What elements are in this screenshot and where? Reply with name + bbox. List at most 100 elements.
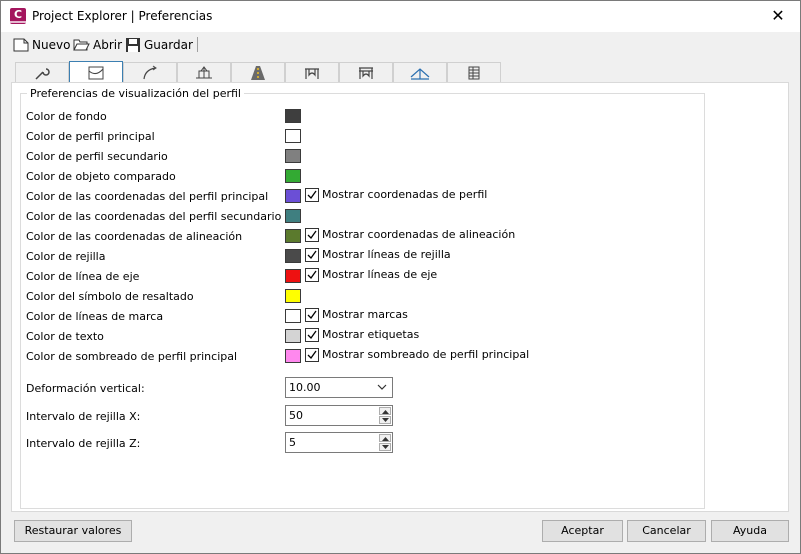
road-icon — [251, 65, 265, 80]
color-swatch[interactable] — [285, 329, 301, 343]
tab-cross-section[interactable] — [177, 62, 231, 82]
new-button[interactable]: Nuevo — [13, 35, 70, 55]
arrow-down-icon — [382, 418, 389, 422]
show-profile-shading-checkbox[interactable] — [305, 348, 319, 362]
checkmark-icon — [307, 270, 317, 280]
open-folder-icon — [73, 39, 90, 51]
row-grid-color: Color de rejilla Mostrar líneas de rejil… — [26, 247, 696, 267]
accept-button[interactable]: Aceptar — [542, 520, 623, 542]
spinbox-value: 50 — [289, 409, 303, 422]
row-axis-line-color: Color de línea de eje Mostrar líneas de … — [26, 267, 696, 287]
tab-bridge-alt[interactable] — [339, 62, 393, 82]
alignment-icon — [143, 65, 157, 79]
checkmark-icon — [307, 310, 317, 320]
checkbox-label: Mostrar coordenadas de perfil — [322, 188, 488, 201]
cancel-button[interactable]: Cancelar — [627, 520, 706, 542]
tab-road[interactable] — [231, 62, 285, 82]
show-labels-checkbox[interactable] — [305, 328, 319, 342]
row-label: Color de líneas de marca — [26, 310, 164, 323]
checkmark-icon — [307, 250, 317, 260]
toolbar: Nuevo Abrir Guardar — [9, 35, 789, 55]
profile-display-group: Preferencias de visualización del perfil… — [20, 87, 705, 509]
show-profile-coords-checkbox[interactable] — [305, 188, 319, 202]
row-label: Color de rejilla — [26, 250, 106, 263]
tab-general[interactable] — [15, 62, 69, 82]
color-swatch[interactable] — [285, 129, 301, 143]
row-background-color: Color de fondo — [26, 107, 696, 127]
row-label: Color de las coordenadas del perfil secu… — [26, 210, 282, 223]
checkbox-label: Mostrar marcas — [322, 308, 408, 321]
row-tick-lines-color: Color de líneas de marca Mostrar marcas — [26, 307, 696, 327]
checkmark-icon — [307, 230, 317, 240]
surface-icon — [410, 67, 430, 80]
tab-bridge[interactable] — [285, 62, 339, 82]
table-icon — [468, 66, 480, 79]
save-button[interactable]: Guardar — [125, 35, 193, 55]
checkmark-icon — [307, 190, 317, 200]
color-swatch[interactable] — [285, 229, 301, 243]
color-swatch[interactable] — [285, 289, 301, 303]
row-label: Color de sombreado de perfil principal — [26, 350, 238, 363]
spin-buttons — [379, 407, 391, 424]
preferences-dialog: C Project Explorer | Preferencias ✕ Nuev… — [0, 0, 801, 554]
new-label: Nuevo — [32, 38, 71, 52]
color-swatch[interactable] — [285, 149, 301, 163]
cross-section-icon — [196, 65, 212, 78]
spin-up-button[interactable] — [379, 434, 391, 442]
arrow-up-icon — [382, 437, 389, 441]
grid-x-spinbox[interactable]: 50 — [285, 405, 393, 426]
tab-table[interactable] — [447, 62, 501, 82]
tab-alignment[interactable] — [123, 62, 177, 82]
toolbar-separator — [197, 37, 198, 52]
row-label: Color de fondo — [26, 110, 107, 123]
open-button[interactable]: Abrir — [73, 35, 122, 55]
spin-buttons — [379, 434, 391, 451]
row-profile-shading-color: Color de sombreado de perfil principal M… — [26, 347, 696, 367]
grid-z-spinbox[interactable]: 5 — [285, 432, 393, 453]
row-label: Color de perfil secundario — [26, 150, 168, 163]
save-label: Guardar — [144, 38, 193, 52]
arrow-down-icon — [382, 445, 389, 449]
checkmark-icon — [307, 330, 317, 340]
row-compared-object-color: Color de objeto comparado — [26, 167, 696, 187]
close-button[interactable]: ✕ — [756, 1, 800, 32]
help-button[interactable]: Ayuda — [711, 520, 789, 542]
restore-defaults-button[interactable]: Restaurar valores — [14, 520, 132, 542]
color-swatch[interactable] — [285, 209, 301, 223]
spinbox-value: 5 — [289, 436, 296, 449]
vertical-exaggeration-select[interactable]: 10.00 — [285, 377, 393, 398]
spin-down-button[interactable] — [379, 443, 391, 451]
show-alignment-coords-checkbox[interactable] — [305, 228, 319, 242]
spin-up-button[interactable] — [379, 407, 391, 415]
row-label: Color de objeto comparado — [26, 170, 176, 183]
row-text-color: Color de texto Mostrar etiquetas — [26, 327, 696, 347]
row-secondary-profile-color: Color de perfil secundario — [26, 147, 696, 167]
open-label: Abrir — [93, 38, 123, 52]
arrow-up-icon — [382, 410, 389, 414]
tab-profile[interactable] — [69, 61, 123, 84]
spin-down-button[interactable] — [379, 416, 391, 424]
row-label: Color de texto — [26, 330, 104, 343]
grid-x-label: Intervalo de rejilla X: — [26, 410, 141, 423]
app-icon: C — [10, 8, 26, 24]
bridge-alt-icon — [359, 66, 373, 79]
row-label: Color de línea de eje — [26, 270, 140, 283]
window-title: Project Explorer | Preferencias — [32, 9, 213, 23]
profile-view-icon — [88, 66, 104, 79]
color-swatch[interactable] — [285, 309, 301, 323]
title-bar: C Project Explorer | Preferencias ✕ — [1, 1, 800, 32]
show-axis-lines-checkbox[interactable] — [305, 268, 319, 282]
color-swatch[interactable] — [285, 249, 301, 263]
color-swatch[interactable] — [285, 189, 301, 203]
color-swatch[interactable] — [285, 349, 301, 363]
row-main-profile-color: Color de perfil principal — [26, 127, 696, 147]
color-swatch[interactable] — [285, 169, 301, 183]
color-swatch[interactable] — [285, 269, 301, 283]
show-grid-lines-checkbox[interactable] — [305, 248, 319, 262]
tab-surface[interactable] — [393, 62, 447, 82]
wrench-icon — [35, 67, 50, 80]
row-label: Color de perfil principal — [26, 130, 155, 143]
profile-tab-panel: Preferencias de visualización del perfil… — [11, 82, 789, 512]
color-swatch[interactable] — [285, 109, 301, 123]
show-ticks-checkbox[interactable] — [305, 308, 319, 322]
